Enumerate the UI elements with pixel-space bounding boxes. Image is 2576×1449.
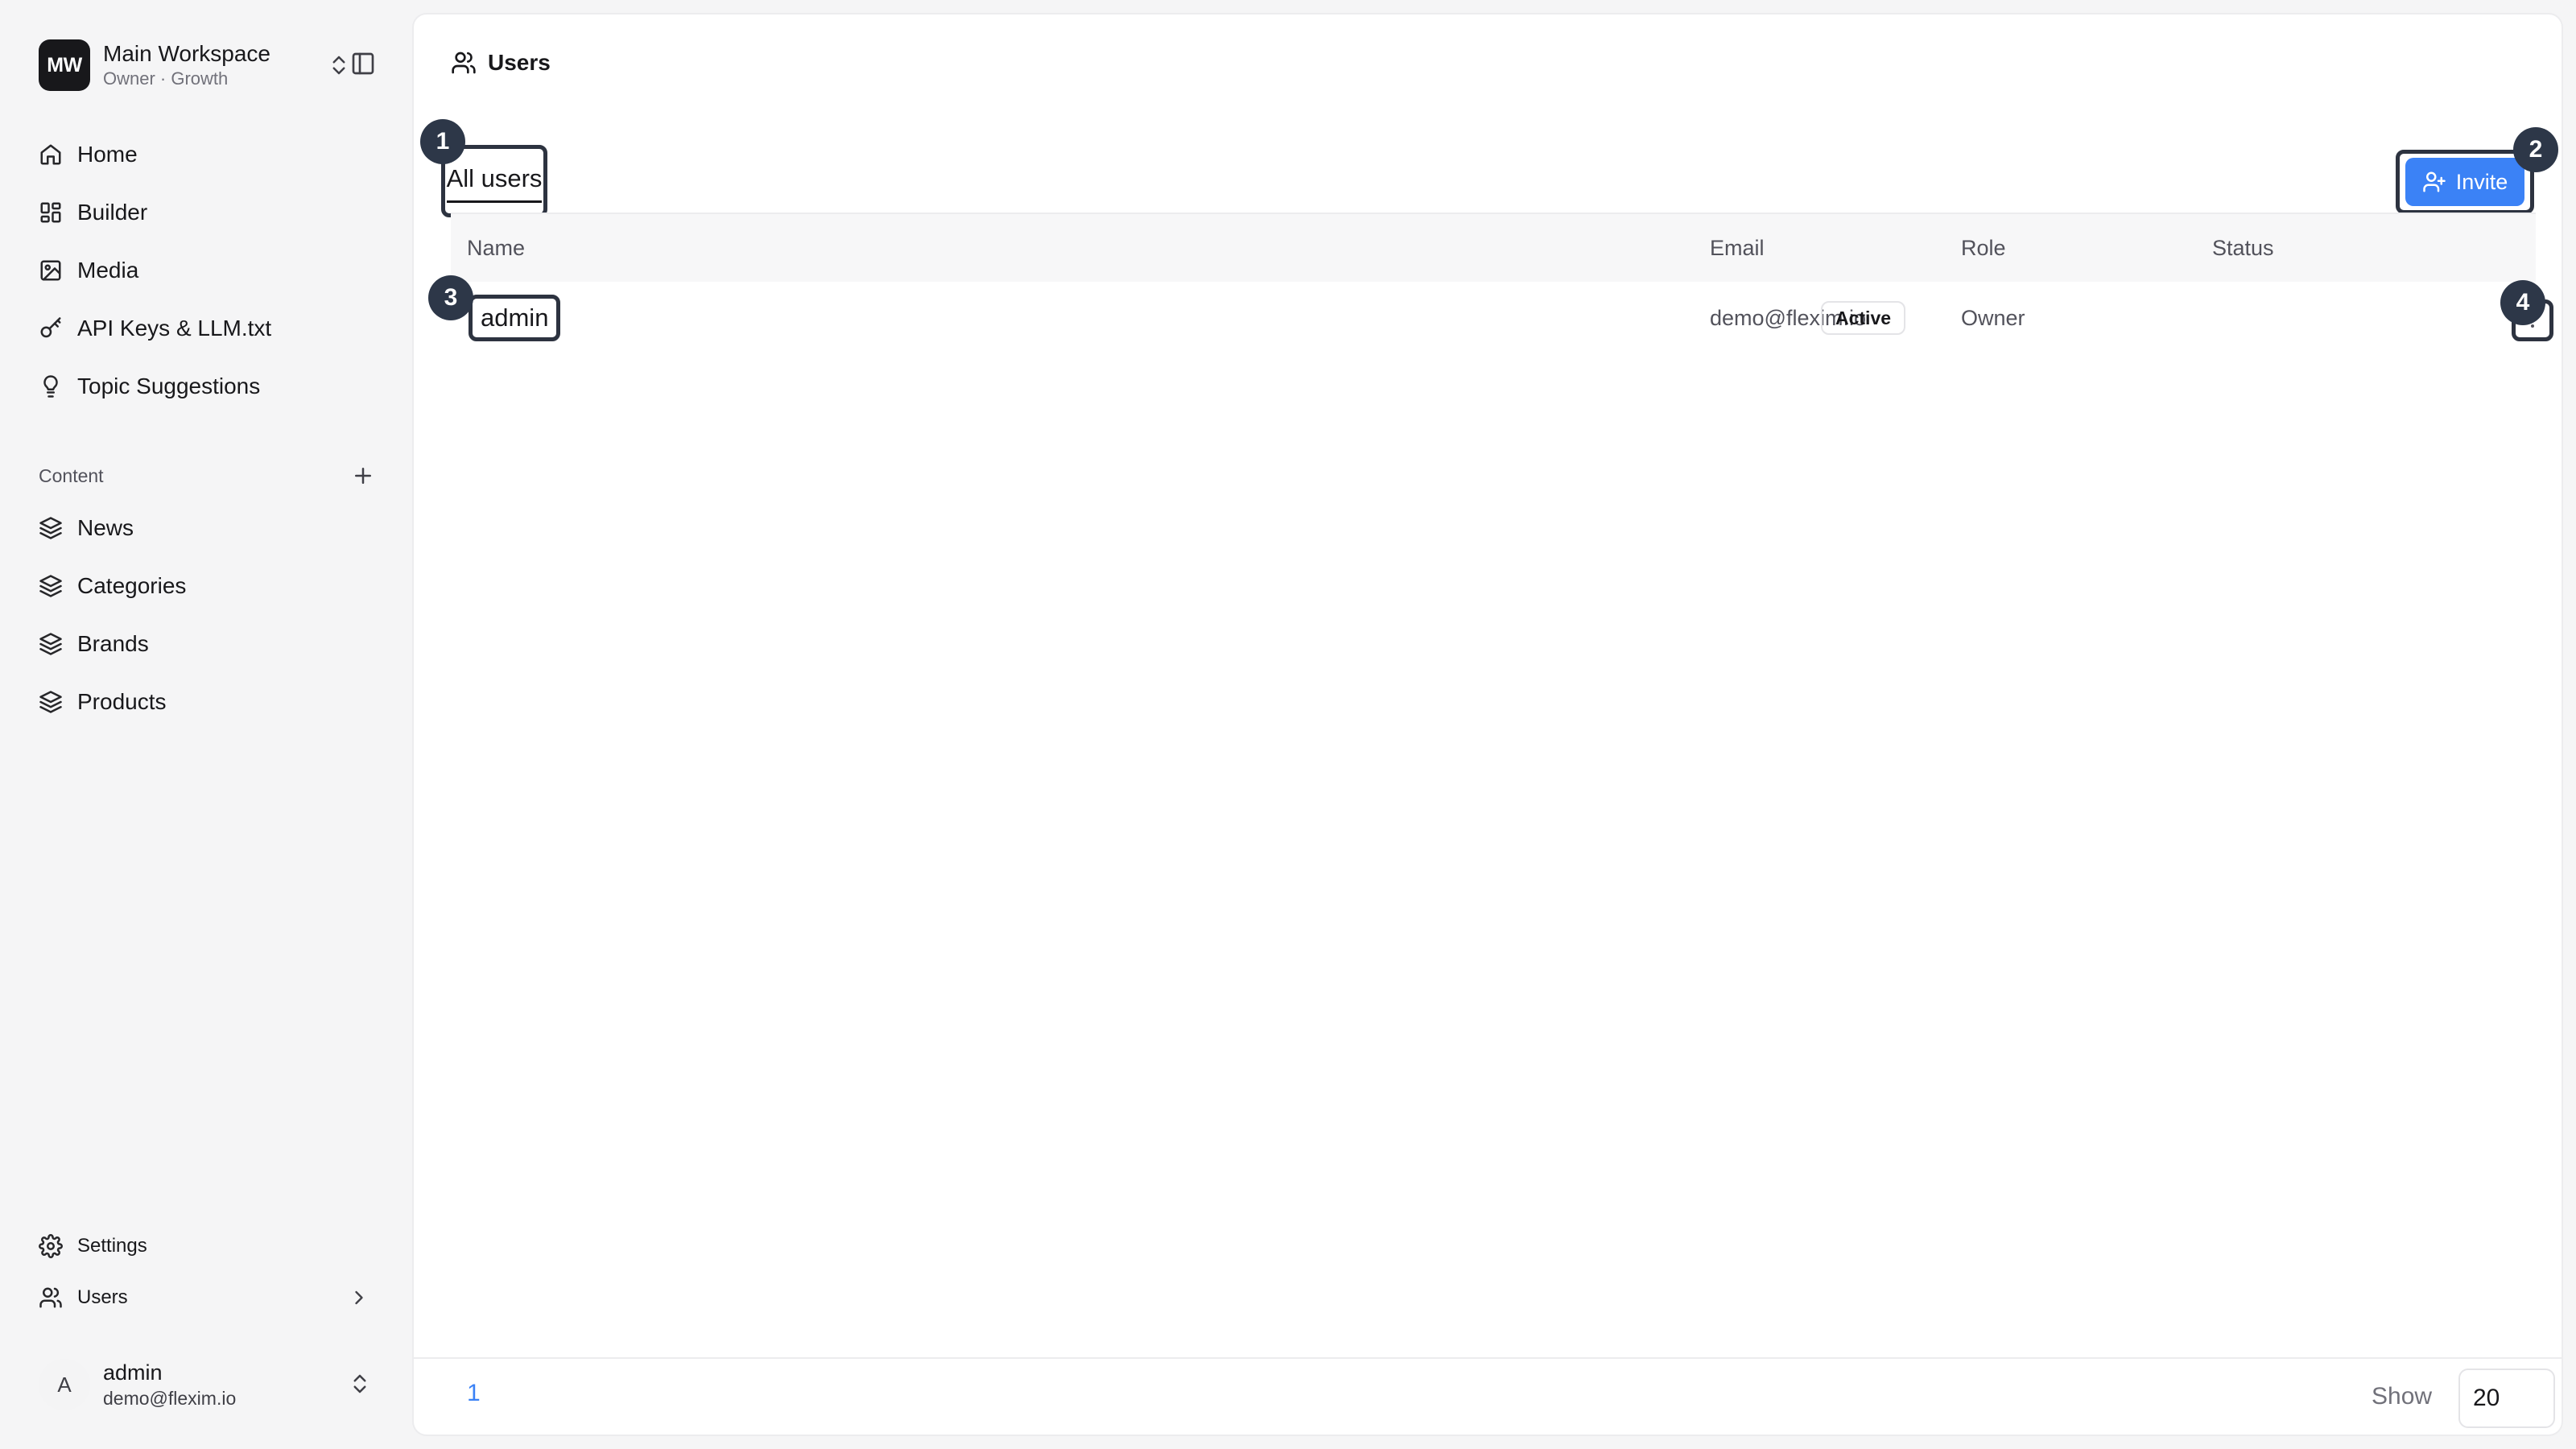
sidebar-item-media[interactable]: Media (39, 250, 377, 291)
sidebar-item-api-keys[interactable]: API Keys & LLM.txt (39, 308, 377, 349)
invite-button[interactable]: Invite (2405, 158, 2524, 206)
sidebar-item-label: Media (77, 258, 139, 283)
page-size-input[interactable] (2458, 1368, 2555, 1428)
user-menu[interactable]: A admin demo@flexim.io (39, 1354, 377, 1415)
table-row[interactable]: admin demo@flexim.io Owner Active (451, 282, 2553, 354)
avatar: A (39, 1359, 90, 1410)
sidebar-item-label: News (77, 515, 134, 540)
user-name: admin (103, 1360, 163, 1385)
sidebar-item-label: Home (77, 142, 138, 167)
chevron-right-icon (348, 1286, 370, 1309)
sidebar-item-products[interactable]: Products (39, 682, 377, 722)
workspace-name: Main Workspace (103, 41, 271, 66)
home-icon (39, 142, 63, 167)
invite-highlight: Invite (2396, 150, 2534, 214)
chevrons-up-down-icon (327, 53, 351, 77)
main-panel: Users All users 1 Invite 2 Name Email Ro… (412, 13, 2563, 1436)
sidebar-item-label: API Keys & LLM.txt (77, 316, 272, 341)
users-icon (451, 50, 477, 76)
status-badge: Active (1821, 301, 1906, 335)
section-label-content: Content (39, 465, 104, 486)
page-title: Users (488, 50, 551, 75)
pagination-page[interactable]: 1 (467, 1380, 481, 1407)
sidebar-item-brands[interactable]: Brands (39, 624, 377, 664)
layers-icon (39, 690, 63, 714)
key-icon (39, 316, 63, 341)
table-header: Name Email Role Status (451, 213, 2536, 282)
table-footer: 1 Show (414, 1357, 2562, 1435)
tab-label: All users (446, 164, 542, 203)
user-role-cell: Owner (1961, 306, 2025, 330)
workspace-subtitle: Owner · Growth (103, 68, 229, 89)
sidebar-item-settings[interactable]: Settings (39, 1228, 377, 1264)
marker-badge: 2 (2513, 127, 2558, 172)
sidebar-item-label: Products (77, 689, 167, 714)
page-header: Users (451, 50, 551, 76)
sidebar-item-label: Topic Suggestions (77, 374, 261, 398)
sidebar-item-label: Users (77, 1286, 128, 1308)
lightbulb-icon (39, 374, 63, 398)
grid-icon (39, 200, 63, 225)
column-header-role[interactable]: Role (1961, 236, 2006, 261)
workspace-switcher[interactable]: MW Main Workspace Owner · Growth (39, 39, 377, 92)
layers-icon (39, 574, 63, 598)
sidebar-item-label: Settings (77, 1235, 147, 1257)
column-header-email[interactable]: Email (1710, 236, 1765, 261)
image-icon (39, 258, 63, 283)
sidebar-item-users[interactable]: Users (39, 1280, 377, 1315)
sidebar-item-topic-suggestions[interactable]: Topic Suggestions (39, 366, 377, 407)
marker-badge: 3 (428, 275, 473, 320)
sidebar-item-categories[interactable]: Categories (39, 566, 377, 606)
user-email: demo@flexim.io (103, 1387, 237, 1409)
marker-badge: 4 (2500, 280, 2545, 325)
user-name-cell[interactable]: admin (469, 295, 561, 341)
sidebar-item-label: Categories (77, 573, 187, 598)
sidebar-item-news[interactable]: News (39, 508, 377, 548)
sidebar: MW Main Workspace Owner · Growth Home Bu… (0, 0, 411, 1449)
workspace-logo: MW (39, 39, 90, 91)
layers-icon (39, 632, 63, 656)
plus-icon[interactable] (351, 464, 375, 488)
sidebar-item-builder[interactable]: Builder (39, 192, 377, 233)
page-size-label: Show (2372, 1383, 2433, 1410)
sidebar-toggle-icon[interactable] (350, 51, 376, 76)
column-header-name[interactable]: Name (467, 236, 525, 261)
workspace-text: Main Workspace Owner · Growth (103, 40, 270, 90)
chevrons-up-down-icon (348, 1372, 372, 1396)
sidebar-item-label: Brands (77, 631, 149, 656)
layers-icon (39, 516, 63, 540)
sidebar-item-home[interactable]: Home (39, 134, 377, 175)
invite-label: Invite (2455, 169, 2508, 194)
user-text: admin demo@flexim.io (103, 1360, 236, 1410)
column-header-status[interactable]: Status (2212, 236, 2274, 261)
user-plus-icon (2422, 170, 2446, 194)
gear-icon (39, 1234, 63, 1258)
sidebar-item-label: Builder (77, 200, 148, 225)
marker-badge: 1 (420, 119, 465, 164)
users-icon (39, 1286, 63, 1310)
